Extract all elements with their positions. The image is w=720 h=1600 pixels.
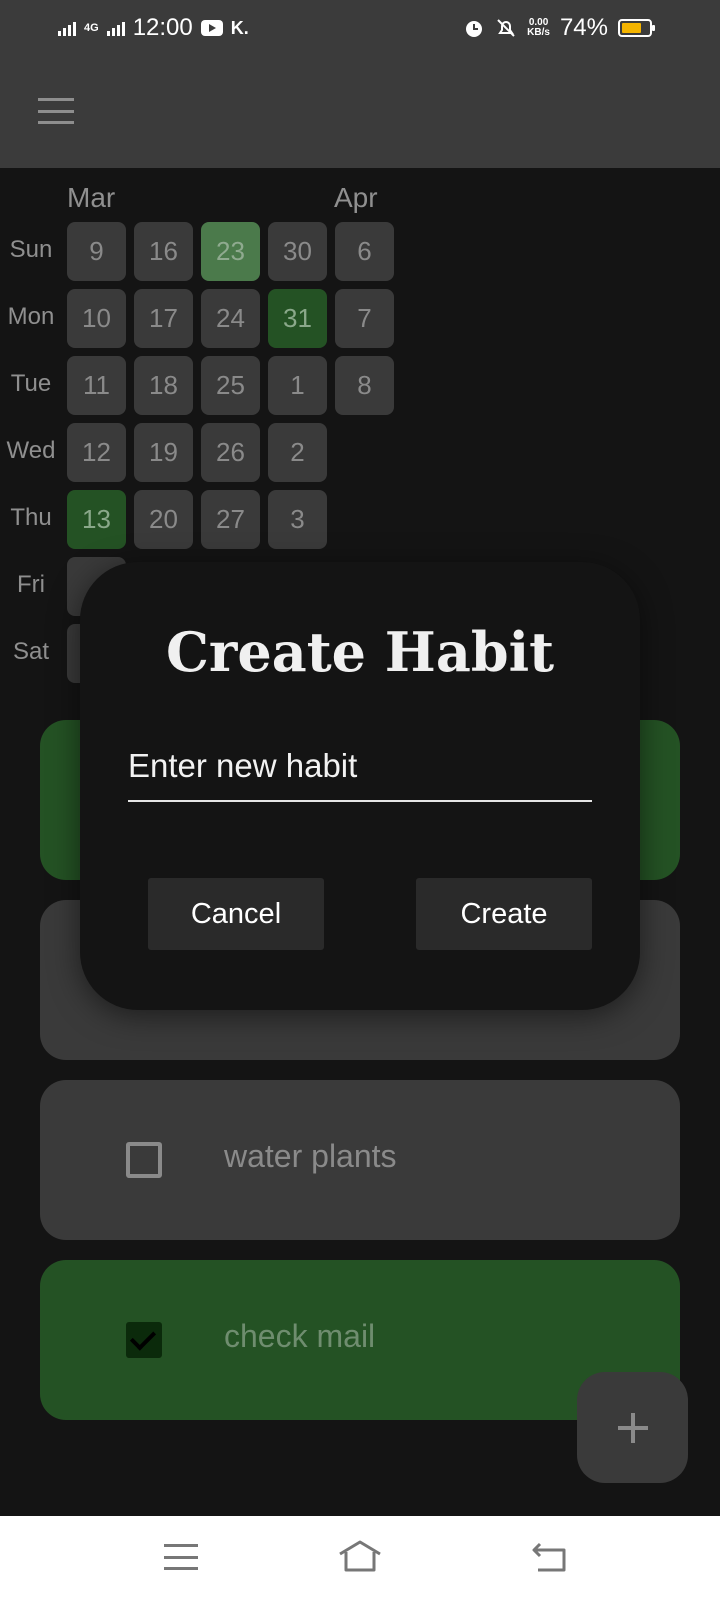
weekday-label: Thu (10, 504, 52, 531)
calendar-day-cell[interactable]: 31 (268, 289, 327, 348)
calendar-day-cell[interactable]: 11 (67, 356, 126, 415)
new-habit-input[interactable] (128, 732, 592, 802)
status-bar-right: 0.00 KB/s 74% (463, 14, 655, 42)
battery-icon (618, 19, 655, 37)
calendar-day-cell[interactable]: 30 (268, 222, 327, 281)
calendar-day-cell[interactable]: 10 (67, 289, 126, 348)
carrier-icon: K. (230, 17, 249, 38)
network-type: 4G (84, 21, 99, 34)
add-habit-button[interactable] (577, 1372, 688, 1483)
data-speed: 0.00 KB/s (527, 18, 550, 38)
system-nav-bar (0, 1516, 720, 1600)
calendar-day-cell[interactable]: 17 (134, 289, 193, 348)
calendar-day-cell[interactable]: 8 (335, 356, 394, 415)
calendar-day-cell[interactable]: 26 (201, 423, 260, 482)
month-label: Apr (334, 182, 378, 213)
youtube-icon (200, 20, 223, 36)
notifications-off-icon (497, 19, 515, 37)
weekday-label: Wed (6, 437, 56, 464)
weekday-label: Tue (10, 370, 52, 397)
weekday-label: Sun (9, 236, 53, 263)
calendar-day-cell[interactable]: 25 (201, 356, 260, 415)
calendar-day-cell[interactable]: 3 (268, 490, 327, 549)
hamburger-menu-icon[interactable] (38, 98, 74, 124)
habit-label: check mail (224, 1318, 376, 1354)
create-button[interactable]: Create (416, 878, 592, 950)
calendar-day-cell[interactable]: 20 (134, 490, 193, 549)
data-speed-unit: KB/s (527, 27, 550, 38)
calendar-day-cell[interactable]: 9 (67, 222, 126, 281)
back-icon[interactable] (530, 1540, 570, 1574)
create-habit-dialog: Create Habit Cancel Create (80, 562, 640, 1010)
dialog-title: Create Habit (165, 620, 555, 684)
calendar-day-cell[interactable]: 18 (134, 356, 193, 415)
signal-strength-icon (58, 20, 76, 36)
calendar-day-cell[interactable]: 7 (335, 289, 394, 348)
cancel-button[interactable]: Cancel (148, 878, 324, 950)
calendar-day-cell[interactable]: 27 (201, 490, 260, 549)
battery-percent: 74% (559, 14, 608, 41)
app-bar (0, 58, 720, 168)
calendar-day-cell[interactable]: 23 (201, 222, 260, 281)
weekday-label: Sat (12, 638, 50, 665)
plus-icon (617, 1412, 648, 1443)
habit-label: water plants (224, 1138, 397, 1174)
weekday-label: Fri (17, 571, 45, 598)
calendar-day-cell[interactable]: 6 (335, 222, 394, 281)
calendar-day-cell[interactable]: 16 (134, 222, 193, 281)
alarm-icon (466, 21, 483, 37)
calendar-day-cell[interactable]: 19 (134, 423, 193, 482)
month-label: Mar (67, 182, 116, 213)
battery-fill (622, 23, 642, 33)
calendar-day-cell[interactable]: 12 (67, 423, 126, 482)
signal-strength-2-icon (106, 20, 125, 36)
weekday-label: Mon (7, 303, 55, 330)
status-time: 12:00 (132, 14, 193, 41)
status-bar-left: 4G 12:00 K. (58, 14, 249, 42)
home-icon[interactable] (336, 1538, 384, 1574)
calendar-day-cell[interactable]: 24 (201, 289, 260, 348)
calendar-day-cell[interactable]: 1 (268, 356, 327, 415)
habit-tile-water-plants[interactable]: water plants (40, 1080, 680, 1240)
calendar-day-cell[interactable]: 2 (268, 423, 327, 482)
habit-checkbox-checked[interactable] (126, 1322, 162, 1358)
status-bar: 4G 12:00 K. 0.00 KB/s 74% (0, 0, 720, 58)
habit-checkbox[interactable] (126, 1142, 162, 1178)
calendar-day-cell[interactable]: 13 (67, 490, 126, 549)
menu-icon[interactable] (164, 1544, 198, 1570)
